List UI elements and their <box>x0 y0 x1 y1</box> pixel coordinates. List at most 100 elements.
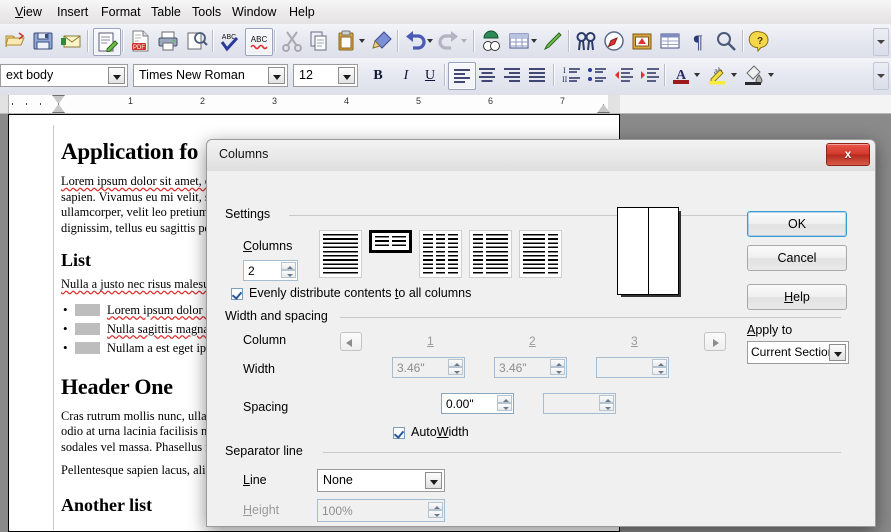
stepper-down-icon[interactable] <box>652 367 667 375</box>
stepper-up-icon[interactable] <box>497 395 512 403</box>
align-right-icon[interactable] <box>499 62 525 88</box>
close-icon[interactable]: x <box>826 143 870 166</box>
gallery-icon[interactable] <box>657 28 683 54</box>
separator-height-stepper[interactable] <box>428 502 443 519</box>
stepper-down-icon[interactable] <box>448 367 463 375</box>
align-justified-icon[interactable] <box>524 62 550 88</box>
one-column-preset[interactable] <box>319 230 362 278</box>
copy-icon[interactable] <box>306 28 332 54</box>
paste-icon[interactable] <box>334 28 360 54</box>
two-column-preset[interactable] <box>369 230 412 253</box>
insert-image-icon[interactable] <box>629 28 655 54</box>
width-input-2[interactable]: 3.46" <box>494 357 567 378</box>
redo-icon[interactable] <box>436 28 462 54</box>
edit-file-icon[interactable] <box>93 28 121 56</box>
menu-item-help[interactable]: Help <box>284 3 320 21</box>
background-color-icon[interactable] <box>740 62 766 88</box>
italic-button[interactable]: I <box>394 64 418 87</box>
chevron-down-icon[interactable] <box>829 344 846 361</box>
two-column-right-narrow-preset[interactable] <box>519 230 562 278</box>
menu-item-insert[interactable]: Insert <box>52 3 93 21</box>
font-size-combo[interactable]: 12 <box>293 64 358 87</box>
stepper-down-icon[interactable] <box>497 403 512 411</box>
export-pdf-icon[interactable]: PDF <box>127 28 153 54</box>
save-icon[interactable] <box>30 28 56 54</box>
stepper-down-icon[interactable] <box>428 510 443 518</box>
font-name-combo[interactable]: Times New Roman <box>133 64 288 87</box>
columns-count-stepper[interactable] <box>281 262 296 279</box>
spacing-stepper-2[interactable] <box>599 395 614 412</box>
spacing-input-1[interactable]: 0.00" <box>441 393 514 414</box>
menu-item-window[interactable]: Window <box>227 3 281 21</box>
stepper-up-icon[interactable] <box>448 359 463 367</box>
stepper-up-icon[interactable] <box>652 359 667 367</box>
toolbar-overflow-button[interactable] <box>873 62 889 90</box>
chevron-down-icon[interactable] <box>694 73 700 77</box>
separator-height-input[interactable]: 100% <box>317 499 445 522</box>
spacing-stepper-1[interactable] <box>497 395 512 412</box>
spelling-check-icon[interactable]: ABC <box>217 28 243 54</box>
width-stepper-3[interactable] <box>652 359 667 376</box>
formatting-marks-icon[interactable]: ¶ <box>685 28 711 54</box>
paragraph-style-combo[interactable]: ext body <box>0 64 128 87</box>
stepper-up-icon[interactable] <box>599 395 614 403</box>
cancel-button[interactable]: Cancel <box>747 245 847 271</box>
horizontal-ruler[interactable]: 1 2 3 4 5 6 7 <box>0 95 891 114</box>
stepper-down-icon[interactable] <box>599 403 614 411</box>
width-stepper-1[interactable] <box>448 359 463 376</box>
stepper-up-icon[interactable] <box>281 262 296 270</box>
open-folder-icon[interactable] <box>2 28 28 54</box>
chevron-down-icon[interactable] <box>425 472 442 489</box>
unordered-list-icon[interactable] <box>584 62 610 88</box>
chevron-down-icon[interactable] <box>108 67 125 84</box>
chevron-down-icon[interactable] <box>268 67 285 84</box>
insert-table-icon[interactable] <box>506 28 532 54</box>
chevron-down-icon[interactable] <box>731 73 737 77</box>
highlight-color-icon[interactable]: ab <box>704 62 730 88</box>
help-icon[interactable]: ? <box>747 28 773 54</box>
ordered-list-icon[interactable]: III <box>558 62 584 88</box>
arrow-left-icon[interactable] <box>340 332 362 351</box>
draw-line-icon[interactable] <box>540 28 566 54</box>
bold-button[interactable]: B <box>366 64 390 87</box>
navigator-icon[interactable] <box>601 28 627 54</box>
ok-button[interactable]: OK <box>747 211 847 237</box>
align-center-icon[interactable] <box>474 62 500 88</box>
menu-item-view[interactable]: View <box>10 3 47 21</box>
apply-to-select[interactable]: Current Section <box>747 341 849 364</box>
three-column-preset[interactable] <box>419 230 462 278</box>
separator-line-select[interactable]: None <box>317 469 445 492</box>
menu-item-format[interactable]: Format <box>96 3 146 21</box>
print-icon[interactable] <box>155 28 181 54</box>
find-replace-icon[interactable] <box>573 28 599 54</box>
email-document-icon[interactable] <box>58 28 84 54</box>
two-column-left-narrow-preset[interactable] <box>469 230 512 278</box>
underline-button[interactable]: U <box>418 64 442 87</box>
columns-dialog[interactable]: Columns x Settings Columns 2 <box>206 139 876 527</box>
chevron-down-icon[interactable] <box>768 73 774 77</box>
chevron-down-icon[interactable] <box>531 39 537 43</box>
stepper-down-icon[interactable] <box>550 367 565 375</box>
stepper-up-icon[interactable] <box>550 359 565 367</box>
zoom-icon[interactable] <box>713 28 739 54</box>
cut-icon[interactable] <box>279 28 305 54</box>
columns-count-input[interactable]: 2 <box>243 260 298 281</box>
stepper-up-icon[interactable] <box>428 502 443 510</box>
menu-item-tools[interactable]: Tools <box>187 3 226 21</box>
evenly-distribute-checkbox[interactable] <box>231 288 243 300</box>
width-stepper-2[interactable] <box>550 359 565 376</box>
autowidth-checkbox[interactable] <box>393 427 405 439</box>
toolbar-overflow-button[interactable] <box>873 28 889 56</box>
dialog-title-bar[interactable]: Columns x <box>207 140 875 172</box>
stepper-down-icon[interactable] <box>281 270 296 278</box>
clone-formatting-icon[interactable] <box>369 28 395 54</box>
print-preview-icon[interactable] <box>183 28 209 54</box>
help-button[interactable]: Help <box>747 284 847 310</box>
insert-chart-icon[interactable] <box>478 28 504 54</box>
decrease-indent-icon[interactable] <box>611 62 637 88</box>
chevron-down-icon[interactable] <box>338 67 355 84</box>
chevron-down-icon[interactable] <box>359 39 365 43</box>
width-input-1[interactable]: 3.46" <box>392 357 465 378</box>
chevron-down-icon[interactable] <box>427 39 433 43</box>
menu-item-table[interactable]: Table <box>146 3 186 21</box>
